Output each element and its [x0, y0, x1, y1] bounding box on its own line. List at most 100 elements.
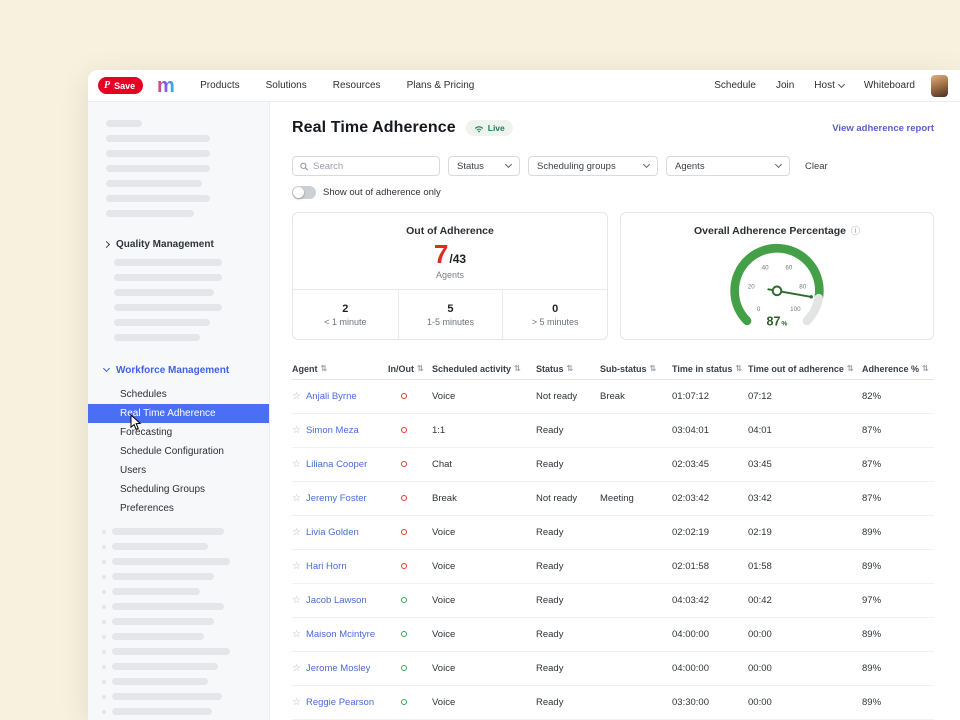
secondary-nav: Schedule Join Host Whiteboard: [714, 75, 948, 97]
nav-resources[interactable]: Resources: [333, 80, 381, 91]
nav-products[interactable]: Products: [200, 80, 239, 91]
status-cell: Ready: [536, 459, 600, 470]
star-icon[interactable]: ☆: [292, 663, 301, 674]
column-header-time-in-status[interactable]: Time in status⇅: [672, 364, 748, 374]
table-row[interactable]: ☆Jerome Mosley Voice Ready 04:00:00 00:0…: [292, 652, 934, 686]
skeleton-line: [114, 259, 222, 266]
skeleton-line: [112, 693, 222, 700]
agent-name-link[interactable]: Jerome Mosley: [306, 663, 370, 674]
breakdown-over-5-minutes: 0 > 5 minutes: [502, 290, 607, 339]
star-icon[interactable]: ☆: [292, 561, 301, 572]
star-icon[interactable]: ☆: [292, 595, 301, 606]
adherence-cell: 87%: [862, 493, 934, 504]
table-row[interactable]: ☆Maison Mcintyre Voice Ready 04:00:00 00…: [292, 618, 934, 652]
table-row[interactable]: ☆Reggie Pearson Voice Ready 03:30:00 00:…: [292, 686, 934, 720]
sidebar-item-real-time-adherence[interactable]: Real Time Adherence: [88, 404, 269, 423]
sidebar-item-preferences[interactable]: Preferences: [88, 499, 269, 518]
table-row[interactable]: ☆Hari Horn Voice Ready 02:01:58 01:58 89…: [292, 550, 934, 584]
nav-solutions[interactable]: Solutions: [266, 80, 307, 91]
sidebar-item-users[interactable]: Users: [88, 461, 269, 480]
agent-name-link[interactable]: Anjali Byrne: [306, 391, 357, 402]
nav-schedule[interactable]: Schedule: [714, 80, 756, 91]
nav-join[interactable]: Join: [776, 80, 794, 91]
browser-window: P Save m Products Solutions: [88, 70, 960, 720]
nav-plans-pricing[interactable]: Plans & Pricing: [407, 80, 475, 91]
agent-name-link[interactable]: Maison Mcintyre: [306, 629, 375, 640]
skeleton-line: [106, 210, 194, 217]
table-row[interactable]: ☆Livia Golden Voice Ready 02:02:19 02:19…: [292, 516, 934, 550]
star-icon[interactable]: ☆: [292, 493, 301, 504]
skeleton-line: [112, 573, 214, 580]
clear-filters-button[interactable]: Clear: [805, 161, 828, 172]
time-out-cell: 01:58: [748, 561, 862, 572]
sidebar-item-scheduling-groups[interactable]: Scheduling Groups: [88, 480, 269, 499]
svg-text:20: 20: [748, 283, 755, 290]
inout-status-dot: [401, 427, 407, 433]
agent-name-link[interactable]: Jacob Lawson: [306, 595, 367, 606]
star-icon[interactable]: ☆: [292, 697, 301, 708]
agent-name-link[interactable]: Simon Meza: [306, 425, 359, 436]
agent-name-link[interactable]: Livia Golden: [306, 527, 359, 538]
sidebar-item-workforce-management[interactable]: Workforce Management: [88, 363, 269, 377]
sidebar-item-quality-management[interactable]: Quality Management: [88, 237, 269, 251]
sidebar-item-schedule-configuration[interactable]: Schedule Configuration: [88, 442, 269, 461]
column-header-time-out-of-adherence[interactable]: Time out of adherence⇅: [748, 364, 862, 374]
column-header-sub-status[interactable]: Sub-status⇅: [600, 364, 672, 374]
adherence-cell: 87%: [862, 459, 934, 470]
table-row[interactable]: ☆Liliana Cooper Chat Ready 02:03:45 03:4…: [292, 448, 934, 482]
agent-name-link[interactable]: Reggie Pearson: [306, 697, 374, 708]
search-input[interactable]: [313, 161, 432, 172]
time-out-cell: 00:42: [748, 595, 862, 606]
table-header-row: Agent⇅ In/Out⇅ Scheduled activity⇅ Statu…: [292, 358, 934, 380]
status-dropdown[interactable]: Status: [448, 156, 520, 176]
skeleton-line: [112, 678, 208, 685]
overall-adherence-card: Overall Adherence Percentage ⓘ 0 20 40 6…: [620, 212, 934, 340]
inout-status-dot: [401, 461, 407, 467]
status-cell: Ready: [536, 697, 600, 708]
nav-whiteboard[interactable]: Whiteboard: [864, 80, 915, 91]
table-row[interactable]: ☆Simon Meza 1:1 Ready 03:04:01 04:01 87%: [292, 414, 934, 448]
column-header-scheduled-activity[interactable]: Scheduled activity⇅: [432, 364, 536, 374]
sidebar-item-schedules[interactable]: Schedules: [88, 385, 269, 404]
scheduled-activity-cell: Voice: [432, 629, 536, 640]
status-cell: Not ready: [536, 391, 600, 402]
inout-status-dot: [401, 597, 407, 603]
star-icon[interactable]: ☆: [292, 527, 301, 538]
column-header-status[interactable]: Status⇅: [536, 364, 600, 374]
info-icon[interactable]: ⓘ: [851, 227, 860, 236]
table-row[interactable]: ☆Jeremy Foster Break Not ready Meeting 0…: [292, 482, 934, 516]
skeleton-line: [112, 708, 212, 715]
table-row[interactable]: ☆Anjali Byrne Voice Not ready Break 01:0…: [292, 380, 934, 414]
search-icon: [300, 162, 308, 171]
adherence-cell: 97%: [862, 595, 934, 606]
sort-icon: ⇅: [650, 364, 657, 373]
user-avatar[interactable]: [931, 75, 948, 97]
view-adherence-report-link[interactable]: View adherence report: [832, 123, 934, 134]
table-row[interactable]: ☆Jacob Lawson Voice Ready 04:03:42 00:42…: [292, 584, 934, 618]
column-header-adherence[interactable]: Adherence %⇅: [862, 364, 934, 374]
agent-name-link[interactable]: Hari Horn: [306, 561, 347, 572]
top-navigation: P Save m Products Solutions: [88, 70, 960, 102]
brand-logo[interactable]: m: [156, 76, 178, 96]
sidebar-item-forecasting[interactable]: Forecasting: [88, 423, 269, 442]
star-icon[interactable]: ☆: [292, 425, 301, 436]
time-in-status-cell: 02:03:42: [672, 493, 748, 504]
star-icon[interactable]: ☆: [292, 629, 301, 640]
star-icon[interactable]: ☆: [292, 459, 301, 470]
search-box[interactable]: [292, 156, 440, 176]
agent-name-link[interactable]: Liliana Cooper: [306, 459, 367, 470]
pinterest-save-button[interactable]: P Save: [98, 77, 143, 94]
agents-dropdown[interactable]: Agents: [666, 156, 790, 176]
skeleton-line: [114, 289, 214, 296]
inout-status-dot: [401, 529, 407, 535]
scheduling-groups-dropdown[interactable]: Scheduling groups: [528, 156, 658, 176]
column-header-agent[interactable]: Agent⇅: [292, 364, 388, 374]
time-in-status-cell: 04:00:00: [672, 663, 748, 674]
sort-icon: ⇅: [922, 364, 929, 373]
agent-name-link[interactable]: Jeremy Foster: [306, 493, 367, 504]
star-icon[interactable]: ☆: [292, 391, 301, 402]
nav-host[interactable]: Host: [814, 80, 844, 91]
show-out-of-adherence-toggle[interactable]: [292, 186, 316, 199]
column-header-inout[interactable]: In/Out⇅: [388, 364, 432, 374]
out-of-adherence-card: Out of Adherence 7 /43 Agents 2 < 1 minu…: [292, 212, 608, 340]
